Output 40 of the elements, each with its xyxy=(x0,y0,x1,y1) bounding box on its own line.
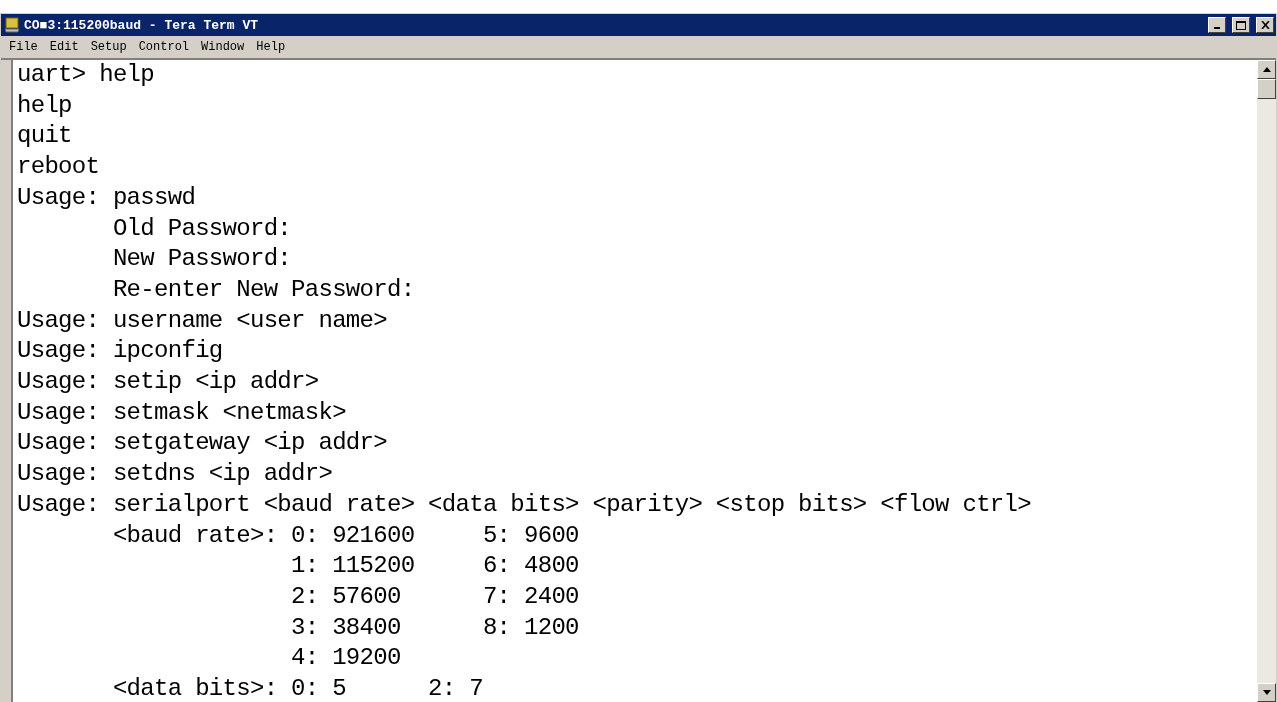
scroll-up-button[interactable] xyxy=(1257,60,1276,79)
terminal-line: 1: 115200 6: 4800 xyxy=(290,551,579,582)
terminal-line: Usage: passwd xyxy=(17,182,196,213)
close-icon xyxy=(1260,21,1270,29)
terminal-line: 4: 19200 xyxy=(290,643,401,674)
scroll-down-button[interactable] xyxy=(1257,683,1276,702)
terminal-line: Usage: setip <ip addr> xyxy=(17,367,319,398)
menu-item[interactable]: Window xyxy=(197,40,249,54)
terminal-line: help xyxy=(17,90,72,121)
terminal-line: Usage: username <user name> xyxy=(17,305,387,336)
terminal-line: reboot xyxy=(17,152,100,183)
up-arrow-icon xyxy=(1262,67,1271,72)
terminal-line: Old Password: xyxy=(111,213,292,244)
terminal-line: uart> help xyxy=(17,60,155,90)
terminal-line: Usage: setdns <ip addr> xyxy=(17,459,333,490)
terminal-line: Usage: serialport <baud rate> <data bits> <parity> <stop bits> <flow ctrl> xyxy=(17,489,1031,520)
scrollbar[interactable] xyxy=(1257,60,1276,702)
terminal-line: Usage: setmask <netmask> xyxy=(17,397,346,428)
terminal-line: Usage: ipconfig xyxy=(17,336,223,367)
app-icon xyxy=(4,17,20,33)
terminal-line: Usage: setgateway <ip addr> xyxy=(17,428,387,459)
terminal-line: 3: 38400 8: 1200 xyxy=(290,612,579,643)
maximize-button[interactable] xyxy=(1232,17,1250,33)
menu-item[interactable]: Control xyxy=(134,40,194,54)
terminal-line: New Password: xyxy=(111,244,292,275)
menu-item[interactable]: Edit xyxy=(45,40,83,54)
terminal-line: Re-enter New Password: xyxy=(111,274,415,305)
terminal-line: quit xyxy=(17,121,72,152)
down-arrow-icon xyxy=(1262,690,1271,695)
maximize-icon xyxy=(1236,20,1246,30)
terminal-line: <data bits>: 0: 5 2: 7 xyxy=(111,674,483,702)
terminal-line: 2: 57600 7: 2400 xyxy=(290,581,579,612)
scroll-thumb[interactable] xyxy=(1257,79,1276,99)
terminal-line: <baud rate>: 0: 921600 5: 9600 xyxy=(111,520,579,551)
menu-item[interactable]: File xyxy=(5,40,42,54)
minimize-button[interactable] xyxy=(1208,17,1226,33)
menu-item[interactable]: Setup xyxy=(86,40,131,54)
close-button[interactable] xyxy=(1256,17,1274,33)
window-title: CO■3:115200baud - Tera Term VT xyxy=(24,17,260,33)
menu-item[interactable]: Help xyxy=(252,40,290,54)
